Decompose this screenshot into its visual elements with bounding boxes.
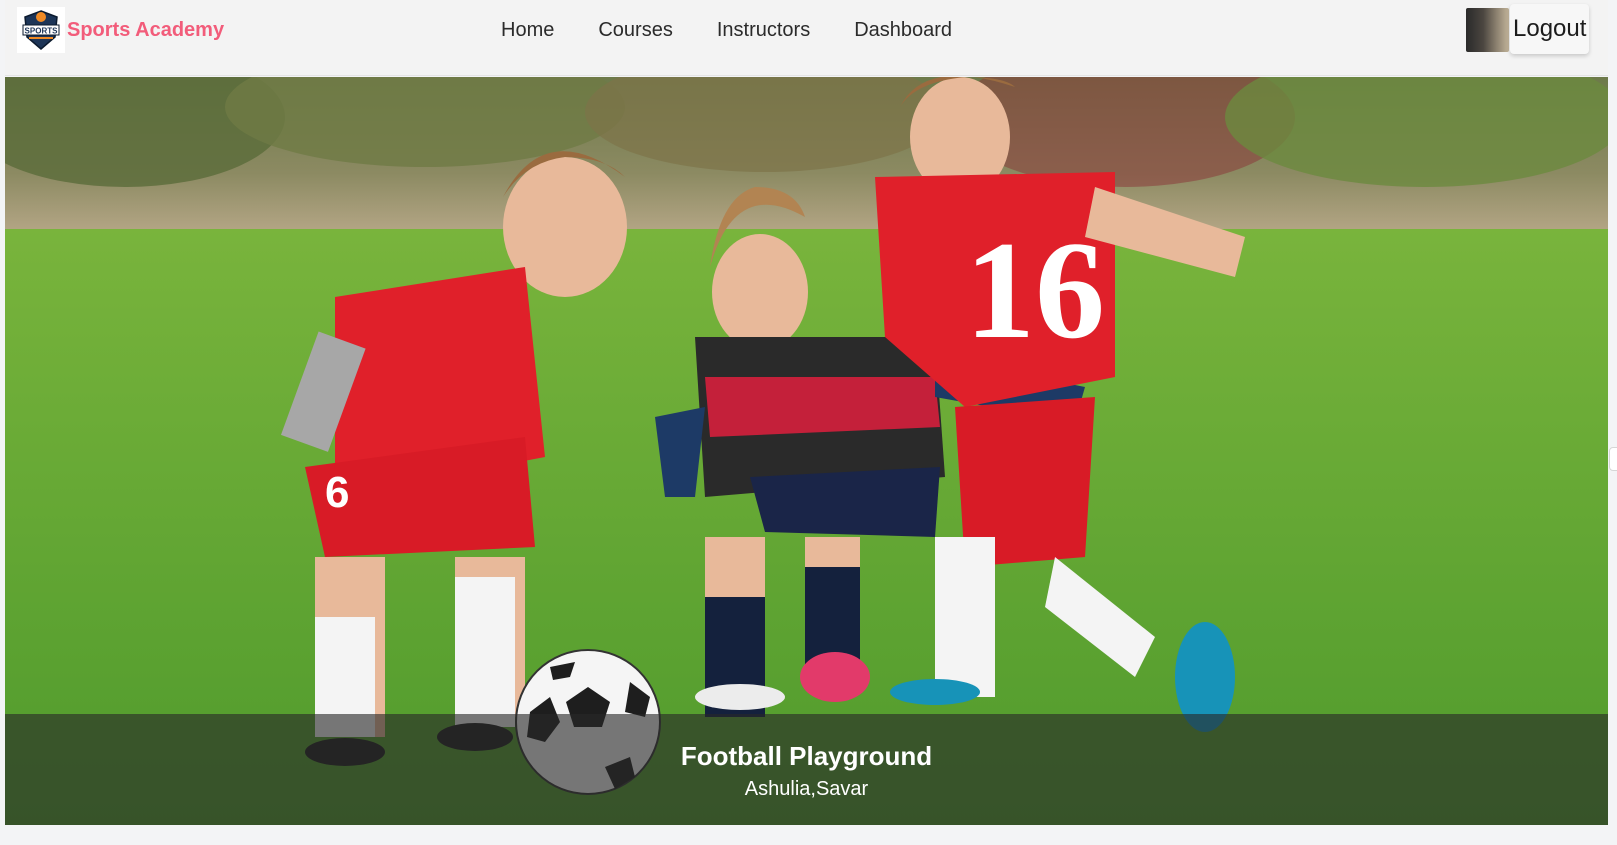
scroll-tab[interactable] bbox=[1609, 447, 1617, 471]
svg-text:SPORTS: SPORTS bbox=[25, 27, 59, 36]
logout-button[interactable]: Logout bbox=[1510, 4, 1590, 54]
brand-name: Sports Academy bbox=[67, 18, 225, 41]
user-avatar[interactable] bbox=[1466, 8, 1509, 52]
nav-dashboard[interactable]: Dashboard bbox=[854, 18, 952, 42]
nav-instructors[interactable]: Instructors bbox=[717, 18, 810, 42]
hero-image: 6 16 bbox=[5, 77, 1608, 825]
navbar: SPORTS Sports Academy Home Courses Instr… bbox=[5, 0, 1608, 76]
nav-courses[interactable]: Courses bbox=[598, 18, 672, 42]
main-nav: Home Courses Instructors Dashboard bbox=[501, 18, 996, 42]
sports-logo-icon: SPORTS bbox=[17, 7, 65, 53]
hero-banner: 6 16 Football Playground Ashulia,Savar bbox=[5, 77, 1608, 825]
nav-home[interactable]: Home bbox=[501, 18, 554, 42]
hero-subtitle: Ashulia,Savar bbox=[744, 778, 869, 800]
hero-caption: Football Playground Ashulia,Savar bbox=[5, 714, 1608, 825]
hero-title: Football Playground bbox=[680, 741, 933, 771]
svg-text:6: 6 bbox=[325, 468, 349, 517]
brand-link[interactable]: SPORTS Sports Academy bbox=[17, 7, 224, 53]
svg-text:16: 16 bbox=[965, 213, 1105, 368]
